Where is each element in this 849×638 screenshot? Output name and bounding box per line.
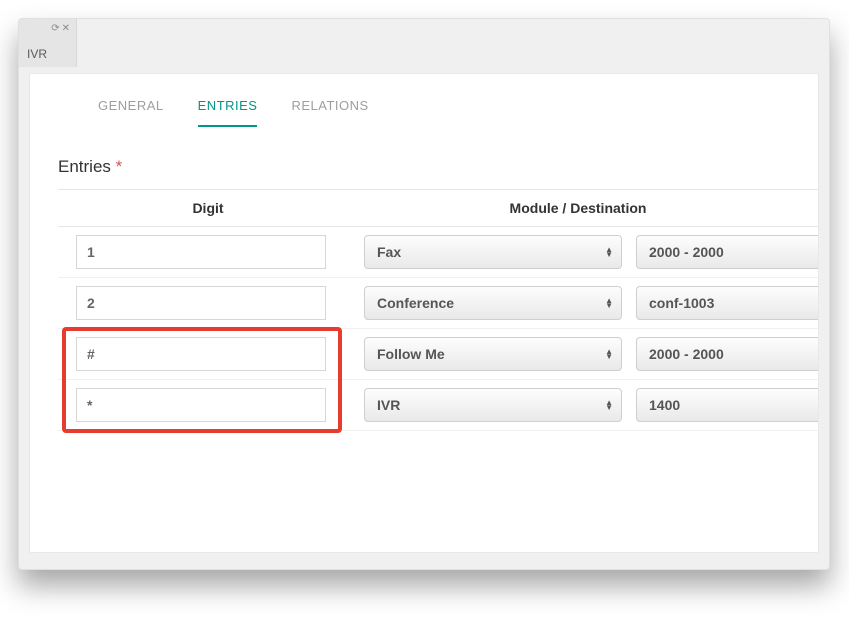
module-select-value: IVR	[377, 397, 400, 413]
module-select[interactable]: IVR ▲▼	[364, 388, 622, 422]
tabs: GENERAL ENTRIES RELATIONS	[58, 74, 818, 127]
window: ⟳ ✕ IVR GENERAL ENTRIES RELATIONS Entrie…	[18, 18, 830, 570]
entry-row: Follow Me ▲▼ 2000 - 2000	[58, 329, 818, 380]
close-icon[interactable]: ✕	[62, 24, 70, 34]
entry-row: Fax ▲▼ 2000 - 2000	[58, 227, 818, 278]
window-tab-label: IVR	[27, 47, 47, 61]
module-select[interactable]: Fax ▲▼	[364, 235, 622, 269]
sort-arrows-icon: ▲▼	[605, 349, 613, 359]
destination-select[interactable]: conf-1003	[636, 286, 818, 320]
destination-select[interactable]: 2000 - 2000	[636, 337, 818, 371]
digit-input[interactable]	[76, 337, 326, 371]
module-select-value: Follow Me	[377, 346, 445, 362]
destination-select[interactable]: 2000 - 2000	[636, 235, 818, 269]
refresh-icon[interactable]: ⟳	[51, 24, 59, 34]
column-header-module-destination: Module / Destination	[358, 200, 818, 216]
column-header-digit: Digit	[58, 200, 358, 216]
destination-select-value: conf-1003	[649, 295, 714, 311]
table-header: Digit Module / Destination	[58, 189, 818, 227]
digit-input[interactable]	[76, 388, 326, 422]
required-marker: *	[116, 157, 123, 176]
tab-relations[interactable]: RELATIONS	[291, 98, 368, 127]
tab-general[interactable]: GENERAL	[98, 98, 164, 127]
digit-input[interactable]	[76, 235, 326, 269]
section-title: Entries *	[58, 127, 818, 189]
destination-select[interactable]: 1400	[636, 388, 818, 422]
destination-select-value: 2000 - 2000	[649, 346, 724, 362]
sort-arrows-icon: ▲▼	[605, 247, 613, 257]
entry-row: Conference ▲▼ conf-1003	[58, 278, 818, 329]
module-select[interactable]: Conference ▲▼	[364, 286, 622, 320]
sort-arrows-icon: ▲▼	[605, 298, 613, 308]
window-tab[interactable]: ⟳ ✕ IVR	[19, 19, 77, 67]
entry-row: IVR ▲▼ 1400	[58, 380, 818, 431]
module-select-value: Conference	[377, 295, 454, 311]
section-title-text: Entries	[58, 157, 111, 176]
sort-arrows-icon: ▲▼	[605, 400, 613, 410]
destination-select-value: 2000 - 2000	[649, 244, 724, 260]
tab-entries[interactable]: ENTRIES	[198, 98, 258, 127]
module-select[interactable]: Follow Me ▲▼	[364, 337, 622, 371]
window-header: ⟳ ✕ IVR	[19, 19, 829, 67]
digit-input[interactable]	[76, 286, 326, 320]
module-select-value: Fax	[377, 244, 401, 260]
panel: GENERAL ENTRIES RELATIONS Entries * Digi…	[29, 73, 819, 553]
destination-select-value: 1400	[649, 397, 680, 413]
entries-rows: Fax ▲▼ 2000 - 2000 Conference ▲▼ conf-10…	[58, 227, 818, 431]
